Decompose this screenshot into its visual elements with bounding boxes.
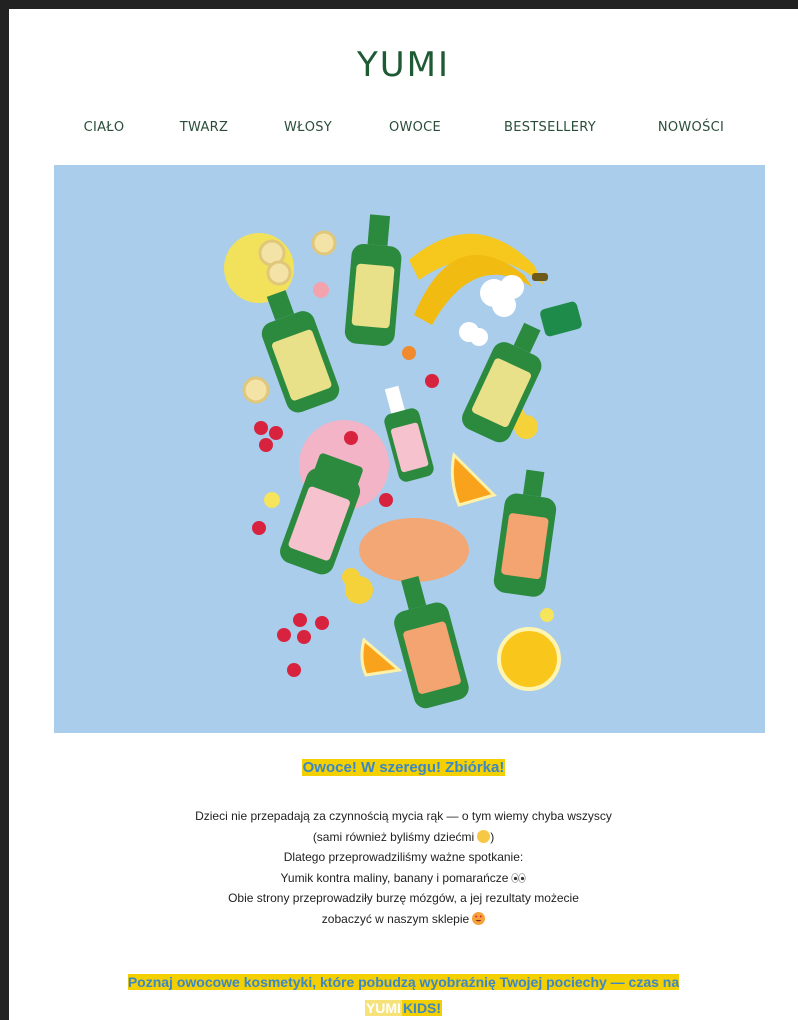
yumi-logo[interactable]: YUMI xyxy=(9,45,798,85)
paragraph-line-text: Yumik kontra maliny, banany i pomarańcze xyxy=(280,870,509,885)
paragraph-line: Dzieci nie przepadają za czynnością myci… xyxy=(195,809,612,823)
eyes-emoji-icon xyxy=(511,869,527,883)
nav-item-nowosci[interactable]: NOWOŚCI xyxy=(658,120,724,135)
nav-item-wlosy[interactable]: WŁOSY xyxy=(284,120,332,135)
cta-yumi[interactable]: YUMI xyxy=(364,1000,402,1016)
paragraph-line: Obie strony przeprowadziły burzę mózgów,… xyxy=(228,891,579,905)
paragraph-line-text: (sami również byliśmy dziećmi xyxy=(312,829,475,844)
headline: Owoce! W szeregu! Zbiórka! xyxy=(9,759,798,776)
paragraph-line-text: zobaczyć w naszym sklepie xyxy=(321,911,470,926)
paragraph-line: Yumik kontra maliny, banany i pomarańcze xyxy=(9,868,798,889)
cta-banner[interactable]: Poznaj owocowe kosmetyki, które pobudzą … xyxy=(49,969,758,1020)
orange-blob-shape xyxy=(359,518,469,582)
cta-text[interactable]: Poznaj owocowe kosmetyki, które pobudzą … xyxy=(127,974,680,990)
intro-paragraph: Dzieci nie przepadają za czynnością myci… xyxy=(9,806,798,929)
paragraph-line: Dlatego przeprowadziliśmy ważne spotkani… xyxy=(283,850,524,864)
nav-item-owoce[interactable]: OWOCE xyxy=(389,120,441,135)
nav-item-twarz[interactable]: TWARZ xyxy=(180,120,228,135)
paragraph-line: zobaczyć w naszym sklepie xyxy=(9,909,798,930)
category-nav: CIAŁO TWARZ WŁOSY OWOCE BESTSELLERY NOWO… xyxy=(9,120,798,140)
paragraph-line: (sami również byliśmy dziećmi) xyxy=(9,827,798,848)
hero-image[interactable] xyxy=(54,165,765,733)
headline-text: Owoce! W szeregu! Zbiórka! xyxy=(301,759,506,776)
nav-item-bestsellery[interactable]: BESTSELLERY xyxy=(504,120,596,135)
grinning-sweat-emoji-icon xyxy=(477,829,491,843)
nav-item-cialo[interactable]: CIAŁO xyxy=(84,120,125,135)
cta-kids[interactable]: KIDS! xyxy=(401,1000,443,1016)
paragraph-line-suffix: ) xyxy=(490,829,495,844)
heart-eyes-emoji-icon xyxy=(472,911,486,925)
email-body: YUMI CIAŁO TWARZ WŁOSY OWOCE BESTSELLERY… xyxy=(9,9,798,1020)
hero-illustration xyxy=(54,165,765,733)
